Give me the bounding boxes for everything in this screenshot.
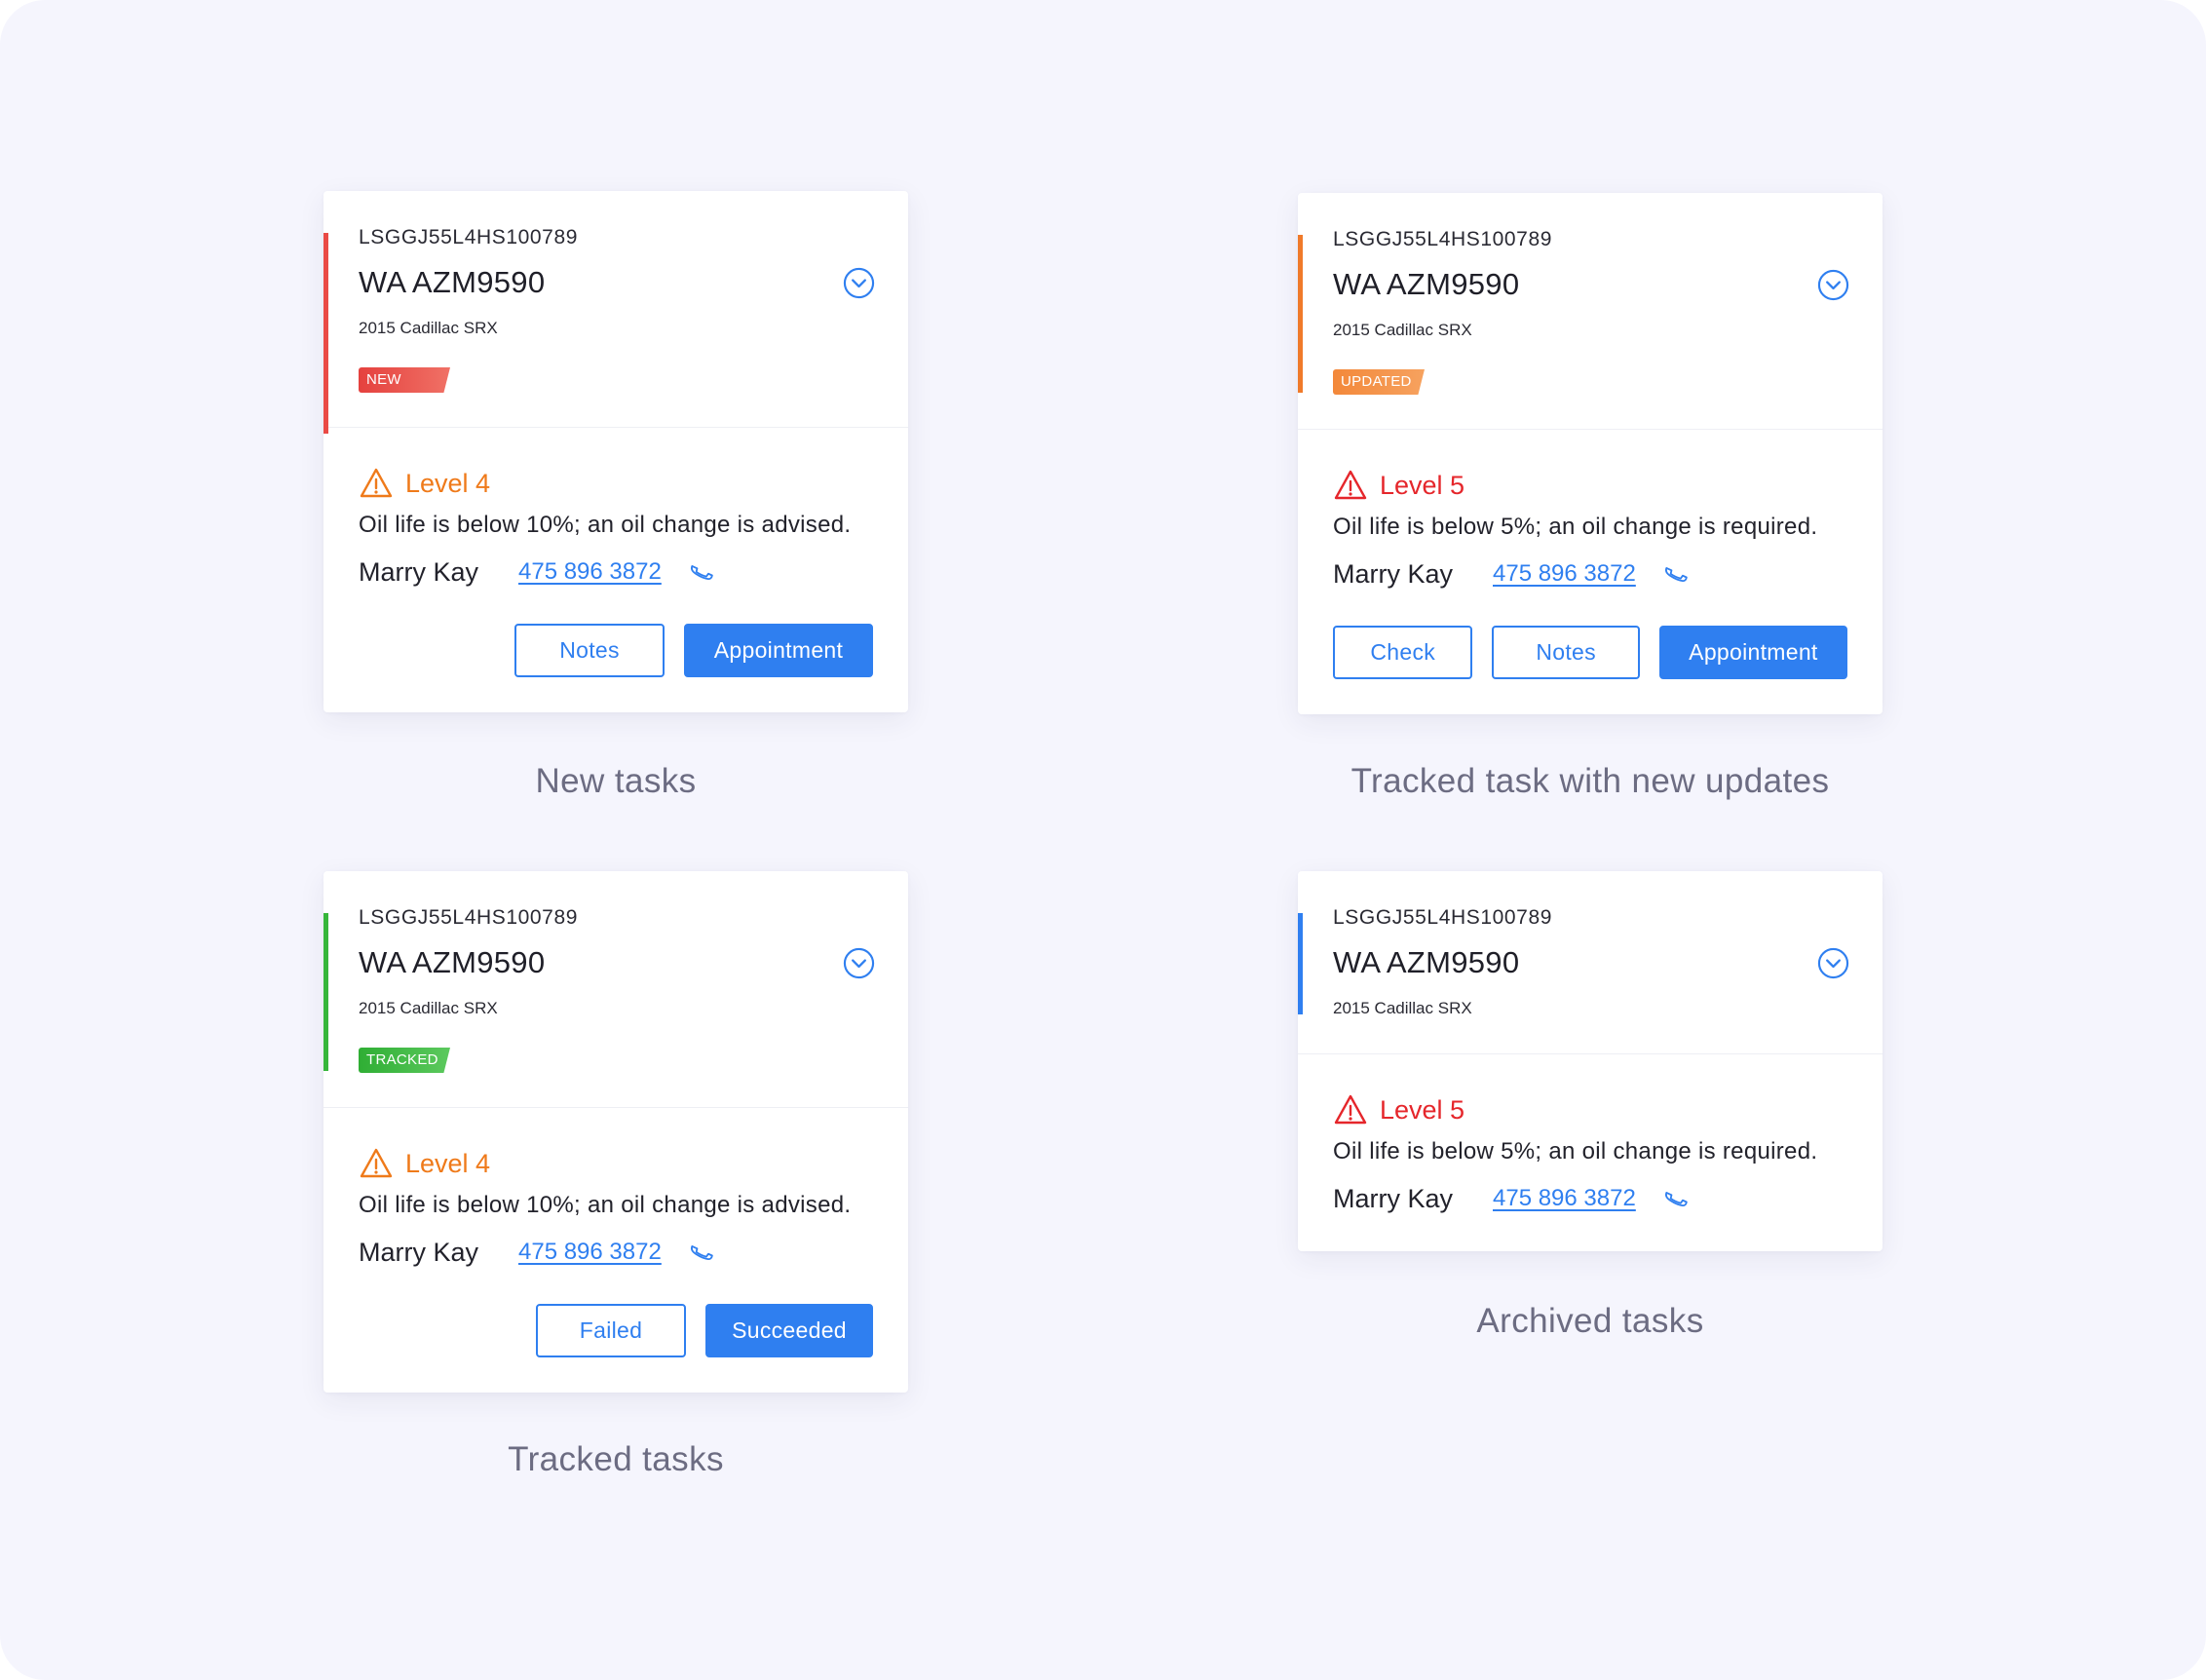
chevron-down-circle-icon[interactable] — [1817, 947, 1849, 979]
license-plate: WA AZM9590 — [1333, 267, 1520, 301]
card-body: Level 4 Oil life is below 10%; an oil ch… — [323, 465, 908, 712]
chevron-down-circle-icon[interactable] — [843, 267, 875, 299]
vin-number: LSGGJ55L4HS100789 — [1333, 906, 1553, 929]
phone-icon[interactable] — [688, 558, 715, 586]
card-body: Level 4 Oil life is below 10%; an oil ch… — [323, 1145, 908, 1393]
warning-triangle-icon — [1334, 1094, 1367, 1125]
action-buttons: Notes Appointment — [359, 624, 873, 712]
contact-name: Marry Kay — [359, 1237, 479, 1267]
warning-triangle-icon — [1334, 470, 1367, 500]
vin-number: LSGGJ55L4HS100789 — [359, 906, 579, 929]
status-stripe — [1298, 913, 1303, 1014]
failed-button[interactable]: Failed — [536, 1304, 686, 1357]
status-stripe — [323, 913, 328, 1071]
warning-triangle-icon — [360, 1148, 393, 1178]
contact-phone-link[interactable]: 475 896 3872 — [518, 1239, 688, 1266]
level-label: Level 4 — [405, 1148, 491, 1178]
level-row: Level 4 — [359, 465, 873, 502]
alert-message: Oil life is below 5%; an oil change is r… — [1333, 1138, 1818, 1165]
action-buttons: Check Notes Appointment — [1333, 626, 1847, 714]
level-label: Level 4 — [405, 468, 491, 498]
card-header: LSGGJ55L4HS100789 WA AZM9590 2015 Cadill… — [1298, 193, 1883, 430]
task-card-tracked: LSGGJ55L4HS100789 WA AZM9590 2015 Cadill… — [323, 871, 908, 1393]
phone-icon[interactable] — [1662, 560, 1690, 588]
check-button[interactable]: Check — [1333, 626, 1473, 679]
contact-row: Marry Kay 475 896 3872 — [359, 554, 873, 590]
license-plate: WA AZM9590 — [1333, 945, 1520, 979]
vehicle-model: 2015 Cadillac SRX — [1333, 321, 1472, 339]
canvas: LSGGJ55L4HS100789 WA AZM9590 2015 Cadill… — [0, 0, 2206, 1680]
contact-phone-link[interactable]: 475 896 3872 — [1493, 560, 1662, 588]
card-header: LSGGJ55L4HS100789 WA AZM9590 2015 Cadill… — [323, 871, 908, 1108]
status-badge: UPDATED — [1333, 369, 1425, 395]
warning-triangle-icon — [360, 468, 393, 498]
status-badge: NEW — [359, 367, 450, 393]
level-row: Level 5 — [1333, 467, 1847, 504]
status-badge: TRACKED — [359, 1048, 450, 1073]
card-body: Level 5 Oil life is below 5%; an oil cha… — [1298, 1091, 1883, 1251]
chevron-down-circle-icon[interactable] — [1817, 269, 1849, 301]
vehicle-model: 2015 Cadillac SRX — [359, 999, 498, 1017]
phone-icon[interactable] — [688, 1239, 715, 1266]
alert-message: Oil life is below 10%; an oil change is … — [359, 512, 852, 538]
vin-number: LSGGJ55L4HS100789 — [359, 226, 579, 248]
task-card-archived: LSGGJ55L4HS100789 WA AZM9590 2015 Cadill… — [1298, 871, 1883, 1251]
succeeded-button[interactable]: Succeeded — [705, 1304, 873, 1357]
vehicle-model: 2015 Cadillac SRX — [1333, 999, 1472, 1017]
appointment-button[interactable]: Appointment — [1658, 626, 1847, 679]
contact-row: Marry Kay 475 896 3872 — [1333, 1181, 1847, 1216]
license-plate: WA AZM9590 — [359, 265, 546, 299]
level-label: Level 5 — [1380, 470, 1465, 500]
license-plate: WA AZM9590 — [359, 945, 546, 979]
alert-message: Oil life is below 5%; an oil change is r… — [1333, 514, 1818, 540]
action-buttons: Failed Succeeded — [359, 1304, 873, 1393]
status-stripe — [323, 233, 328, 434]
appointment-button[interactable]: Appointment — [684, 624, 873, 677]
caption-new-tasks: New tasks — [535, 762, 697, 800]
level-label: Level 5 — [1380, 1094, 1465, 1125]
contact-name: Marry Kay — [1333, 1183, 1454, 1213]
card-header: LSGGJ55L4HS100789 WA AZM9590 2015 Cadill… — [323, 191, 908, 434]
caption-archived-tasks: Archived tasks — [1476, 1302, 1704, 1340]
card-header: LSGGJ55L4HS100789 WA AZM9590 2015 Cadill… — [1298, 871, 1883, 1054]
contact-phone-link[interactable]: 475 896 3872 — [1493, 1185, 1662, 1212]
level-row: Level 5 — [1333, 1091, 1847, 1128]
contact-row: Marry Kay 475 896 3872 — [359, 1235, 873, 1270]
caption-tracked-tasks: Tracked tasks — [508, 1440, 724, 1478]
contact-row: Marry Kay 475 896 3872 — [1333, 556, 1847, 592]
task-card-new: LSGGJ55L4HS100789 WA AZM9590 2015 Cadill… — [323, 191, 908, 712]
phone-icon[interactable] — [1662, 1185, 1690, 1212]
chevron-down-circle-icon[interactable] — [843, 947, 875, 979]
caption-updated-tasks: Tracked task with new updates — [1350, 762, 1830, 800]
contact-phone-link[interactable]: 475 896 3872 — [518, 558, 688, 586]
vehicle-model: 2015 Cadillac SRX — [359, 319, 498, 337]
notes-button[interactable]: Notes — [514, 624, 665, 677]
notes-button[interactable]: Notes — [1492, 626, 1640, 679]
contact-name: Marry Kay — [1333, 558, 1454, 589]
vin-number: LSGGJ55L4HS100789 — [1333, 228, 1553, 250]
status-stripe — [1298, 235, 1303, 393]
card-body: Level 5 Oil life is below 5%; an oil cha… — [1298, 467, 1883, 714]
level-row: Level 4 — [359, 1145, 873, 1182]
contact-name: Marry Kay — [359, 556, 479, 587]
task-card-updated: LSGGJ55L4HS100789 WA AZM9590 2015 Cadill… — [1298, 193, 1883, 714]
alert-message: Oil life is below 10%; an oil change is … — [359, 1192, 852, 1218]
